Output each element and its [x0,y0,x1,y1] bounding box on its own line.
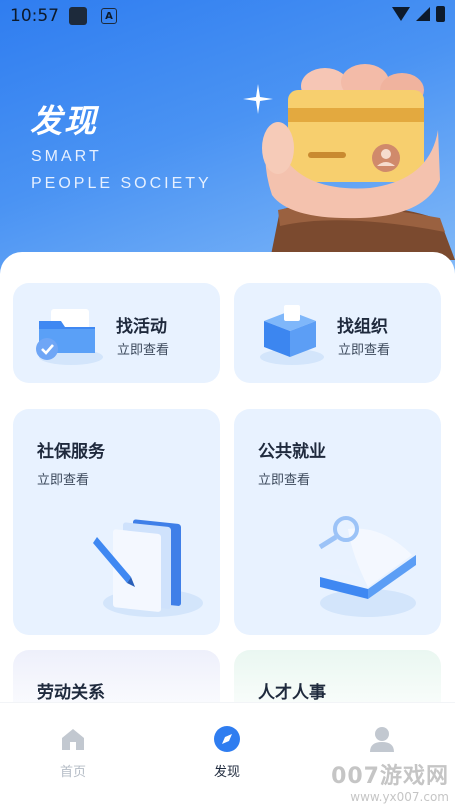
signal-icon [416,7,430,21]
hero-subtitle-line2: PEOPLE SOCIETY [31,175,212,192]
hero-banner: 10:57 A 发现 SMART PEOPLE SOCIETY [0,0,455,290]
card-title: 公共就业 [258,442,326,462]
card-subtitle: 立即查看 [117,343,170,358]
compass-icon [214,726,240,752]
card-title: 社保服务 [37,442,105,462]
hero-subtitle-line1: SMART [31,148,102,165]
box-icon [260,305,324,365]
watermark-logo: 007游戏网 [331,764,449,789]
card-title: 人才人事 [258,683,326,703]
card-title: 找活动 [116,317,167,337]
app-badge-icon: A [101,8,117,24]
hand-card-illustration [262,64,455,260]
card-social-security[interactable]: 社保服务 立即查看 [13,409,220,635]
document-pen-icon [93,519,203,617]
status-time: 10:57 [10,6,59,26]
nav-label: 首页 [59,765,86,780]
card-find-organization[interactable]: 找组织 立即查看 [234,283,441,383]
user-icon [370,727,394,752]
home-icon [62,729,84,750]
card-public-employment[interactable]: 公共就业 立即查看 [234,409,441,635]
nav-home[interactable]: 首页 [28,725,118,780]
card-find-activity[interactable]: 找活动 立即查看 [13,283,220,383]
card-title: 劳动关系 [37,683,105,703]
folder-check-icon [36,309,103,365]
battery-icon [436,6,445,22]
nav-label: 发现 [213,765,240,780]
watermark-url: www.yx007.com [350,790,449,804]
nav-profile[interactable] [337,725,427,761]
open-book-magnifier-icon [318,516,416,617]
status-bar: 10:57 A [0,0,455,32]
card-title: 找组织 [337,317,388,337]
card-subtitle: 立即查看 [258,473,311,488]
app-notification-icon [69,7,87,25]
card-subtitle: 立即查看 [37,473,90,488]
watermark: 007游戏网 www.yx007.com [331,758,449,804]
wifi-icon [392,7,410,21]
nav-discover[interactable]: 发现 [182,725,272,780]
page-title: 发现 [30,102,99,140]
card-subtitle: 立即查看 [338,343,391,358]
